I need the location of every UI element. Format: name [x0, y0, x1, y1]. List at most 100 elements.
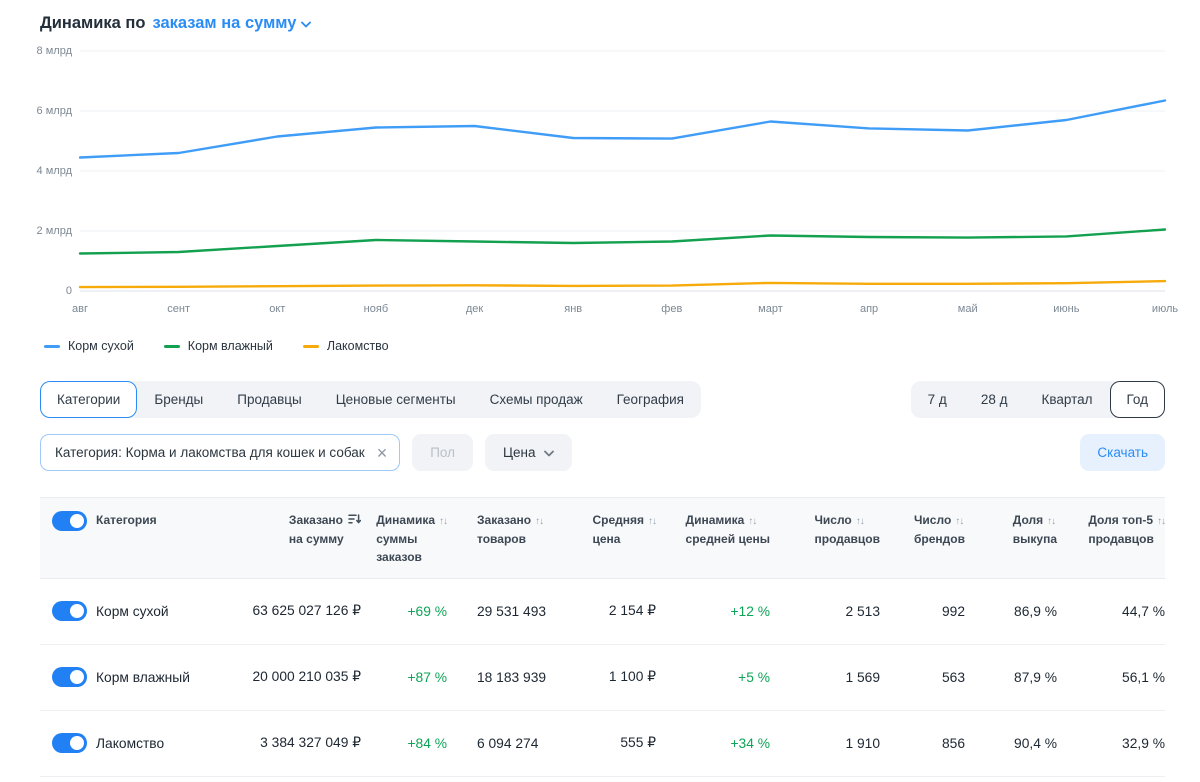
cell-sellers: 1 569 — [770, 644, 880, 711]
legend-item: Корм сухой — [44, 339, 134, 353]
cell-ordered_sum: 63 625 027 126 ₽ — [228, 578, 361, 645]
cell-dynamics_price: +5 % — [656, 644, 770, 711]
x-axis-label: нояб — [363, 303, 389, 315]
cell-avg_price: 555 ₽ — [580, 710, 656, 777]
table-row: Корм влажный 20 000 210 035 ₽ +87 % 18 183 … — [40, 644, 1165, 711]
cell-ordered_sum: 20 000 210 035 ₽ — [228, 644, 361, 711]
x-axis: авг сент окт нояб дек янв фев март апр май июнь июл… — [72, 303, 1178, 321]
sort-icon-dynamics_price[interactable]: ↑↓ — [748, 516, 757, 527]
legend-item: Лакомство — [302, 339, 389, 353]
sort-icon-ordered_items[interactable]: ↑↓ — [535, 516, 544, 527]
cell-ordered_items: 6 094 274 — [447, 710, 580, 777]
cell-category: Лакомство — [96, 710, 228, 777]
x-axis-label: дек — [465, 303, 484, 315]
y-axis-label: 4 млрд — [36, 165, 72, 177]
cell-sellers: 1 910 — [770, 710, 880, 777]
row-toggle[interactable] — [52, 733, 87, 754]
legend-label: Корм сухой — [68, 339, 134, 353]
sort-icon-top5[interactable]: ↑↓ — [1157, 516, 1166, 527]
x-axis-label: май — [957, 303, 978, 315]
table-header-row: Категория Заказано на сумму Динамика ↑↓ суммы… — [40, 497, 1166, 579]
cell-buyout: 86,9 % — [965, 578, 1057, 645]
row-toggle-cell — [40, 710, 96, 777]
categories-table: Категория Заказано на сумму Динамика ↑↓ суммы… — [40, 497, 1166, 777]
chart-canvas — [80, 45, 1165, 297]
select-all-toggle[interactable] — [52, 511, 87, 531]
tab-brands[interactable]: Бренды — [137, 381, 220, 418]
cell-dynamics_sum: +87 % — [361, 644, 447, 711]
col-header-sellers[interactable]: Число ↑↓ продавцов — [770, 497, 880, 579]
period-tab-year[interactable]: Год — [1109, 381, 1165, 418]
gender-filter: Пол — [412, 434, 473, 471]
col-header-dynamics_sum[interactable]: Динамика ↑↓ суммы заказов — [361, 497, 448, 579]
chart-line-2 — [80, 281, 1165, 287]
sort-applied-icon-ordered_sum[interactable] — [348, 513, 362, 527]
metric-selector[interactable]: заказам на сумму — [152, 14, 312, 33]
row-toggle-cell — [40, 578, 96, 645]
cell-category: Корм сухой — [96, 578, 228, 645]
cell-buyout: 90,4 % — [965, 710, 1057, 777]
row-toggle[interactable] — [52, 667, 87, 688]
legend-label: Корм влажный — [187, 339, 273, 353]
chart-line-1 — [80, 230, 1165, 254]
col-header-brands[interactable]: Число ↑↓ брендов — [880, 497, 965, 579]
tab-sales-schemes[interactable]: Схемы продаж — [473, 381, 600, 418]
x-axis-label: авг — [72, 303, 88, 315]
period-tab-28d[interactable]: 28 д — [964, 381, 1025, 418]
row-toggle[interactable] — [52, 601, 87, 622]
tab-categories[interactable]: Категории — [40, 381, 138, 418]
col-header-buyout[interactable]: Доля ↑↓ выкупа — [965, 497, 1057, 579]
cell-sellers: 2 513 — [770, 578, 880, 645]
cell-buyout: 87,9 % — [965, 644, 1057, 711]
price-filter-label: Цена — [503, 445, 536, 460]
download-button[interactable]: Скачать — [1080, 434, 1165, 471]
col-header-ordered_items[interactable]: Заказано ↑↓ товаров — [447, 497, 580, 579]
remove-filter-icon[interactable]: × — [377, 444, 388, 462]
legend-line-icon — [302, 344, 319, 348]
cell-dynamics_sum: +69 % — [361, 578, 447, 645]
analytics-dashboard: Динамика по заказам на сумму 0 2 млрд 4 мл… — [0, 0, 1200, 777]
col-header-top5[interactable]: Доля топ-5 ↑↓ продавцов — [1057, 497, 1166, 579]
table-row: Лакомство 3 384 327 049 ₽ +84 % 6 094 274 55… — [40, 710, 1165, 777]
category-filter-label: Категория: Корма и лакомства для кошек и… — [55, 445, 365, 460]
x-axis-label: март — [758, 303, 783, 315]
gender-filter-label: Пол — [430, 445, 455, 460]
tabs-row: Категории Бренды Продавцы Ценовые сегменты С… — [40, 381, 1165, 418]
period-tab-7d[interactable]: 7 д — [911, 381, 964, 418]
period-tab-quarter[interactable]: Квартал — [1024, 381, 1109, 418]
cell-brands: 856 — [880, 710, 965, 777]
sort-icon-brands[interactable]: ↑↓ — [955, 516, 964, 527]
sort-icon-buyout[interactable]: ↑↓ — [1047, 516, 1056, 527]
select-all-toggle-cell — [40, 497, 96, 579]
tab-geography[interactable]: География — [600, 381, 701, 418]
sort-icon-dynamics_sum[interactable]: ↑↓ — [439, 516, 448, 527]
x-axis-label: окт — [269, 303, 286, 315]
col-header-dynamics_price[interactable]: Динамика ↑↓ средней цены — [656, 497, 770, 579]
sort-icon-sellers[interactable]: ↑↓ — [856, 516, 865, 527]
x-axis-label: янв — [564, 303, 583, 315]
cell-dynamics_sum: +84 % — [361, 710, 447, 777]
cell-brands: 563 — [880, 644, 965, 711]
chart-legend: Корм сухой Корм влажный Лакомство — [44, 339, 1165, 353]
cell-category: Корм влажный — [96, 644, 228, 711]
cell-top5: 44,7 % — [1057, 578, 1165, 645]
x-axis-label: сент — [167, 303, 190, 315]
price-filter[interactable]: Цена — [485, 434, 573, 471]
sort-icon-avg_price[interactable]: ↑↓ — [648, 516, 657, 527]
chart-plot-area: авг сент окт нояб дек янв фев март апр май июнь июл… — [72, 45, 1178, 321]
tab-price-segments[interactable]: Ценовые сегменты — [319, 381, 473, 418]
cell-ordered_items: 18 183 939 — [447, 644, 580, 711]
col-header-avg_price[interactable]: Средняя ↑↓ цена — [580, 497, 657, 579]
col-header-ordered_sum[interactable]: Заказано на сумму — [228, 497, 362, 579]
cell-ordered_sum: 3 384 327 049 ₽ — [228, 710, 361, 777]
tab-sellers[interactable]: Продавцы — [220, 381, 318, 418]
filter-row: Категория: Корма и лакомства для кошек и… — [40, 434, 1165, 471]
line-chart: 0 2 млрд 4 млрд 6 млрд 8 млрд авг сент окт нояб… — [36, 45, 1179, 321]
category-filter-chip[interactable]: Категория: Корма и лакомства для кошек и… — [40, 434, 401, 471]
chevron-down-icon — [544, 445, 555, 460]
cell-avg_price: 2 154 ₽ — [580, 578, 656, 645]
col-header-category: Категория — [96, 497, 228, 579]
dimension-tabs: Категории Бренды Продавцы Ценовые сегменты С… — [40, 381, 701, 418]
period-tabs: 7 д 28 д Квартал Год — [910, 381, 1165, 418]
legend-label: Лакомство — [326, 339, 389, 353]
